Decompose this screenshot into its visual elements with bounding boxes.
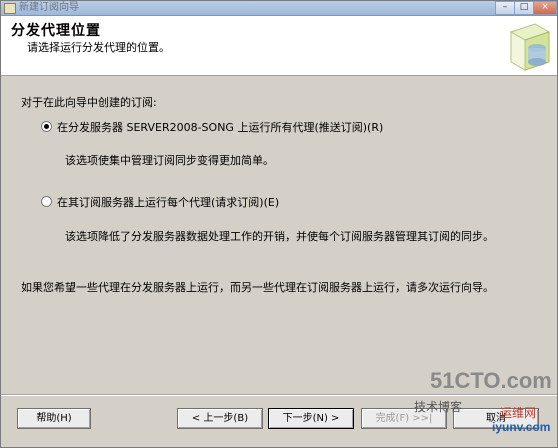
push-subscription-radio[interactable] bbox=[41, 121, 52, 132]
title-bar: 新建订阅向导 – □ × bbox=[1, 1, 557, 16]
next-button[interactable]: 下一步(N) > bbox=[268, 408, 354, 429]
pull-subscription-description: 该选项降低了分发服务器数据处理工作的开销，并使每个订阅服务器管理其订阅的同步。 bbox=[65, 230, 494, 243]
minimize-button[interactable]: – bbox=[495, 1, 515, 15]
cancel-button[interactable]: 取消 bbox=[453, 408, 539, 429]
wizard-header-graphic-icon bbox=[509, 23, 551, 71]
wizard-window: 新建订阅向导 – □ × 分发代理位置 请选择运行分发代理的位置。 对于在此向导… bbox=[0, 0, 558, 448]
wizard-header: 分发代理位置 请选择运行分发代理的位置。 bbox=[1, 16, 557, 76]
page-title: 分发代理位置 bbox=[11, 23, 101, 39]
help-button[interactable]: 帮助(H) bbox=[17, 408, 91, 429]
back-button[interactable]: < 上一步(B) bbox=[177, 408, 263, 429]
window-title: 新建订阅向导 bbox=[19, 2, 79, 13]
push-subscription-description: 该选项使集中管理订阅同步变得更加简单。 bbox=[65, 154, 274, 167]
multiple-runs-note: 如果您希望一些代理在分发服务器上运行，而另一些代理在订阅服务器上运行，请多次运行… bbox=[21, 281, 494, 294]
close-button[interactable]: × bbox=[533, 1, 557, 15]
pull-subscription-label[interactable]: 在其订阅服务器上运行每个代理(请求订阅)(E) bbox=[57, 194, 279, 210]
finish-button: 完成(F) >>| bbox=[361, 408, 447, 429]
wizard-app-icon bbox=[4, 3, 16, 14]
options-prompt: 对于在此向导中创建的订阅: bbox=[21, 96, 157, 109]
page-subtitle: 请选择运行分发代理的位置。 bbox=[27, 41, 170, 54]
wizard-content: 对于在此向导中创建的订阅: 在分发服务器 SERVER2008-SONG 上运行… bbox=[1, 77, 557, 402]
maximize-button[interactable]: □ bbox=[514, 1, 534, 15]
pull-subscription-radio[interactable] bbox=[41, 196, 52, 207]
footer-divider bbox=[1, 394, 557, 396]
push-subscription-label[interactable]: 在分发服务器 SERVER2008-SONG 上运行所有代理(推送订阅)(R) bbox=[57, 119, 383, 135]
